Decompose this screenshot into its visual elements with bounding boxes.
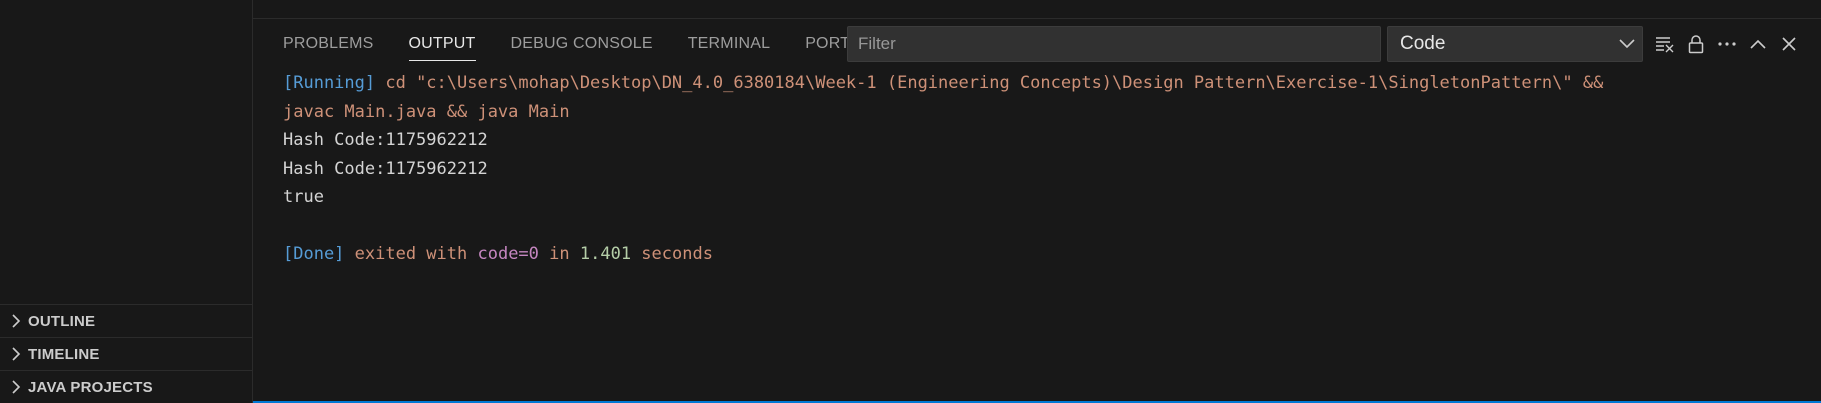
section-timeline[interactable]: TIMELINE (0, 337, 253, 370)
more-actions-icon[interactable] (1711, 26, 1742, 62)
command-continuation: javac Main.java && java Main (283, 101, 570, 122)
chevron-right-icon (8, 313, 24, 329)
output-line: Hash Code:1175962212 (283, 130, 488, 150)
chevron-down-icon (1612, 27, 1642, 61)
done-tag: [Done] (283, 244, 345, 264)
command-text: cd "c:\Users\mohap\Desktop\DN_4.0_638018… (375, 73, 1604, 93)
output-line: Hash Code:1175962212 (283, 158, 488, 179)
output-channel-value: Code (1400, 33, 1446, 54)
lock-icon[interactable] (1680, 26, 1711, 62)
code-value: 0 (528, 244, 539, 264)
section-label: JAVA PROJECTS (28, 378, 153, 396)
bottom-panel: PROBLEMS OUTPUT DEBUG CONSOLE TERMINAL P… (253, 0, 1821, 403)
code-key: code= (477, 244, 529, 264)
section-outline[interactable]: OUTLINE (0, 304, 253, 337)
done-line: [Done] exited with code=0 in 1.401 secon… (283, 240, 1801, 269)
filter-input[interactable] (847, 26, 1381, 62)
seconds-text: seconds (631, 244, 713, 264)
panel-actions (1649, 26, 1804, 62)
tab-debug-console[interactable]: DEBUG CONSOLE (511, 19, 653, 69)
clear-output-icon[interactable] (1649, 26, 1680, 62)
maximize-panel-icon[interactable] (1742, 26, 1773, 62)
duration-value: 1.401 (579, 244, 632, 264)
section-label: OUTLINE (28, 312, 96, 330)
sidebar-sections: OUTLINE TIMELINE JAVA PROJECTS (0, 304, 253, 403)
blank-line: ​ (283, 212, 1801, 241)
in-text: in (538, 244, 580, 264)
panel-header: PROBLEMS OUTPUT DEBUG CONSOLE TERMINAL P… (253, 19, 1821, 69)
output-line: true (283, 187, 324, 207)
output-log: [Running] cd "c:\Users\mohap\Desktop\DN_… (283, 69, 1801, 269)
chevron-right-icon (8, 346, 24, 362)
section-java-projects[interactable]: JAVA PROJECTS (0, 370, 253, 403)
running-tag: [Running] (283, 73, 376, 93)
panel-tabs: PROBLEMS OUTPUT DEBUG CONSOLE TERMINAL P… (253, 19, 896, 69)
section-label: TIMELINE (28, 345, 100, 363)
tab-terminal[interactable]: TERMINAL (688, 19, 771, 69)
output-line: [Running] cd "c:\Users\mohap\Desktop\DN_… (283, 69, 1801, 98)
output-channel-select[interactable]: Code (1387, 26, 1643, 62)
sidebar: OUTLINE TIMELINE JAVA PROJECTS (0, 0, 253, 403)
tab-problems[interactable]: PROBLEMS (283, 19, 374, 69)
close-panel-icon[interactable] (1773, 26, 1804, 62)
chevron-right-icon (8, 379, 24, 395)
exited-text: exited with (344, 244, 478, 264)
tab-output[interactable]: OUTPUT (408, 19, 476, 69)
